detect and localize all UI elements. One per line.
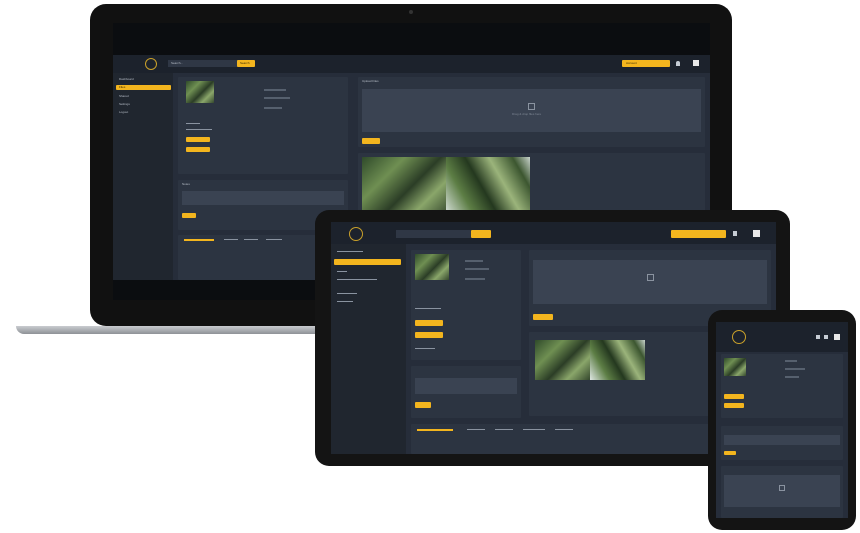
upload-button[interactable]: [533, 314, 553, 320]
notes-textarea[interactable]: [415, 378, 517, 394]
sidebar-item-dashboard[interactable]: [337, 251, 363, 252]
bell-icon[interactable]: [733, 231, 737, 236]
apply-button[interactable]: [186, 147, 210, 152]
thumbnail-image: [724, 358, 746, 376]
search-placeholder: Search...: [171, 61, 184, 65]
upload-button[interactable]: [362, 138, 380, 144]
notes-title: Notes: [182, 182, 190, 186]
search-input[interactable]: Search...: [168, 60, 238, 67]
phone-notes-panel: [721, 426, 843, 460]
upload-panel-title: Upload Files: [362, 79, 379, 83]
tab-details[interactable]: [184, 239, 214, 241]
sidebar-item-extra[interactable]: [337, 301, 353, 302]
phone-details-panel: [721, 354, 843, 418]
upload-icon: [528, 103, 535, 110]
tab-versions[interactable]: [244, 239, 258, 240]
account-label: Account: [626, 61, 637, 65]
dropzone[interactable]: Drag & drop files here: [362, 89, 701, 132]
notes-save-button[interactable]: [724, 451, 736, 455]
laptop-topbar: Search... Search Account: [113, 55, 710, 73]
tab-sharing[interactable]: [555, 429, 573, 430]
phone-upload-panel: [721, 466, 843, 518]
menu-icon[interactable]: [816, 335, 820, 339]
upload-icon: [779, 485, 785, 491]
account-button[interactable]: [671, 230, 726, 238]
sidebar-item-dashboard[interactable]: Dashboard: [119, 78, 134, 81]
dropzone-hint: Drag & drop files here: [512, 112, 542, 116]
laptop-upload-panel: Upload Files Drag & drop files here: [358, 77, 705, 147]
tab-comments[interactable]: [523, 429, 545, 430]
gallery-image-1[interactable]: [362, 157, 446, 217]
search-label: Search: [240, 61, 250, 65]
notes-textarea[interactable]: [182, 191, 344, 205]
tab-details[interactable]: [417, 429, 453, 431]
logo-icon: [349, 227, 363, 241]
sidebar-item-logout[interactable]: [337, 293, 357, 294]
save-button[interactable]: [186, 137, 210, 142]
avatar-icon[interactable]: [693, 60, 699, 66]
apply-button[interactable]: [724, 403, 744, 408]
thumbnail-image: [186, 81, 214, 103]
tablet-sidebar: [331, 244, 406, 454]
gallery-image-1[interactable]: [535, 340, 590, 380]
tab-activity[interactable]: [224, 239, 238, 240]
sidebar-item-logout[interactable]: Logout: [119, 111, 128, 114]
tablet-details-panel: [411, 250, 521, 360]
tab-comments[interactable]: [266, 239, 282, 240]
sidebar-item-settings[interactable]: [337, 279, 377, 280]
logo-icon: [145, 58, 157, 70]
sidebar-item-shared[interactable]: Shared: [119, 95, 129, 98]
phone-screen: [716, 322, 848, 518]
laptop-sidebar: Dashboard Files Shared Settings Logout: [113, 73, 173, 280]
dropzone[interactable]: [724, 475, 840, 507]
laptop-details-panel: [178, 77, 348, 174]
tab-activity[interactable]: [467, 429, 485, 430]
tablet-notes-panel: [411, 366, 521, 418]
phone-topbar: [716, 322, 848, 352]
sidebar-item-files-active[interactable]: [334, 259, 401, 265]
upload-icon: [647, 274, 654, 281]
dropzone[interactable]: [533, 260, 767, 304]
bell-icon[interactable]: [676, 61, 680, 66]
notes-save-button[interactable]: [182, 213, 196, 218]
sidebar-item-shared[interactable]: [337, 271, 347, 272]
search-button[interactable]: Search: [237, 60, 255, 67]
account-button[interactable]: Account: [622, 60, 670, 67]
bell-icon[interactable]: [824, 335, 828, 339]
search-input[interactable]: [396, 230, 471, 238]
sidebar-item-settings[interactable]: Settings: [119, 103, 130, 106]
sidebar-item-files-label: Files: [119, 85, 126, 89]
logo-icon: [732, 330, 746, 344]
thumbnail-image: [415, 254, 449, 280]
laptop-camera: [409, 10, 413, 14]
notes-save-button[interactable]: [415, 402, 431, 408]
avatar-icon[interactable]: [834, 334, 840, 340]
sidebar-item-files-active[interactable]: Files: [116, 85, 171, 90]
tablet-topbar: [331, 222, 776, 244]
gallery-image-2[interactable]: [590, 340, 645, 380]
notes-textarea[interactable]: [724, 435, 840, 445]
avatar-icon[interactable]: [753, 230, 760, 237]
tab-versions[interactable]: [495, 429, 513, 430]
gallery-image-2[interactable]: [446, 157, 530, 217]
save-button[interactable]: [415, 320, 443, 326]
save-button[interactable]: [724, 394, 744, 399]
apply-button[interactable]: [415, 332, 443, 338]
search-button[interactable]: [471, 230, 491, 238]
